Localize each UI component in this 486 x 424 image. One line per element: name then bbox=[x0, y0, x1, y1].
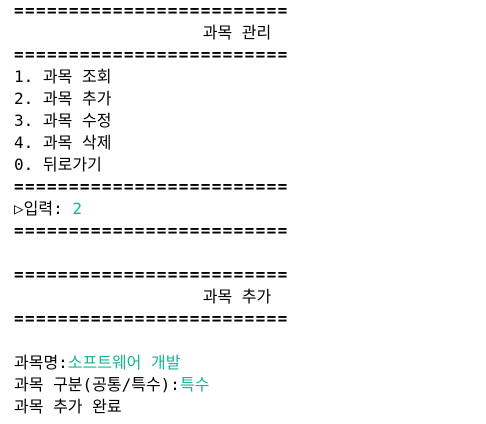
input-prompt-label: ▷입력: bbox=[14, 199, 73, 218]
menu-item-label: 뒤로가기 bbox=[42, 155, 102, 174]
console-output: ========================= 과목 관리 ========… bbox=[14, 0, 480, 418]
separator-line: ========================= bbox=[14, 265, 289, 284]
menu-item-number: 0. bbox=[14, 155, 34, 174]
menu-item-add: 2. 과목 추가 bbox=[14, 88, 480, 110]
subject-name-prompt[interactable]: 과목명:소프트웨어 개발 bbox=[14, 352, 480, 374]
menu-item-number: 2. bbox=[14, 89, 34, 108]
menu-item-label: 과목 조회 bbox=[42, 67, 112, 86]
menu-item-edit: 3. 과목 수정 bbox=[14, 110, 480, 132]
menu-item-label: 과목 삭제 bbox=[42, 133, 112, 152]
add-title: 과목 추가 bbox=[202, 287, 272, 306]
separator-line: ========================= bbox=[14, 221, 289, 240]
separator-line: ========================= bbox=[14, 309, 289, 328]
result-message: 과목 추가 완료 bbox=[14, 397, 122, 416]
menu-item-delete: 4. 과목 삭제 bbox=[14, 132, 480, 154]
input-prompt-value[interactable]: 2 bbox=[72, 199, 82, 218]
separator-line: ========================= bbox=[14, 177, 289, 196]
menu-item-number: 4. bbox=[14, 133, 34, 152]
subject-name-value[interactable]: 소프트웨어 개발 bbox=[68, 353, 181, 372]
menu-item-label: 과목 추가 bbox=[42, 89, 112, 108]
menu-item-number: 3. bbox=[14, 111, 34, 130]
subject-type-value[interactable]: 특수 bbox=[180, 375, 209, 394]
menu-item-view: 1. 과목 조회 bbox=[14, 66, 480, 88]
input-prompt[interactable]: ▷입력: 2 bbox=[14, 198, 480, 220]
menu-item-number: 1. bbox=[14, 67, 34, 86]
menu-item-label: 과목 수정 bbox=[42, 111, 112, 130]
subject-name-label: 과목명: bbox=[14, 353, 68, 372]
menu-item-back: 0. 뒤로가기 bbox=[14, 154, 480, 176]
separator-line: ========================= bbox=[14, 1, 289, 20]
subject-type-label: 과목 구분(공통/특수): bbox=[14, 375, 180, 394]
separator-line: ========================= bbox=[14, 45, 289, 64]
subject-type-prompt[interactable]: 과목 구분(공통/특수):특수 bbox=[14, 374, 480, 396]
menu-title: 과목 관리 bbox=[202, 23, 272, 42]
